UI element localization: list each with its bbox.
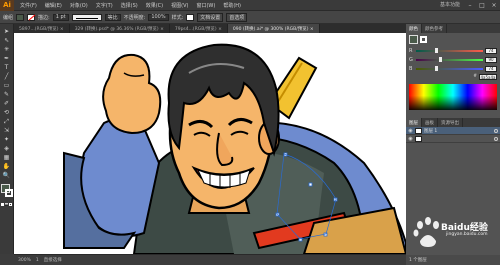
direct-selection-tool-icon[interactable]: ⇖: [1, 36, 13, 45]
doc-tab[interactable]: 5897...(RGB/预览) ×: [14, 24, 70, 33]
menu-select[interactable]: 选择(S): [117, 2, 142, 9]
menu-effect[interactable]: 效果(C): [142, 2, 167, 9]
opacity-field[interactable]: 100%: [148, 13, 169, 21]
menu-help[interactable]: 帮助(H): [219, 2, 245, 9]
free-transform-tool-icon[interactable]: ⇲: [1, 126, 13, 135]
layer-name: 图层 1: [424, 128, 438, 134]
selection-tool-icon[interactable]: ➤: [1, 27, 13, 36]
tab-asset-export[interactable]: 资源导出: [438, 118, 463, 127]
layer-target-icon[interactable]: [494, 128, 498, 133]
layer-thumbnail: [415, 135, 422, 142]
none-mode-button[interactable]: [9, 203, 12, 206]
layers-panel-tabs: 图层 画板 资源导出: [406, 118, 500, 127]
stroke-profile-preview[interactable]: [71, 13, 102, 21]
right-panels: 颜色 颜色参考 R 74 G 90 B 74 # 4a5a4a 图层 画板 资源…: [406, 24, 500, 265]
doc-tab-active[interactable]: 090 (转换).ai* @ 300% (RGB/预览) ×: [227, 24, 320, 33]
tab-artboards[interactable]: 画板: [422, 118, 438, 127]
tab-layers[interactable]: 图层: [406, 118, 422, 127]
artboard-number[interactable]: 1: [36, 258, 39, 263]
close-button[interactable]: ×: [488, 0, 500, 11]
rectangle-tool-icon[interactable]: ▭: [1, 81, 13, 90]
gradient-mode-button[interactable]: [5, 203, 8, 206]
fill-stroke-widget[interactable]: [0, 184, 14, 200]
line-tool-icon[interactable]: ╱: [1, 72, 13, 81]
slider-blue[interactable]: B 74: [406, 64, 500, 73]
paintbrush-tool-icon[interactable]: ✎: [1, 90, 13, 99]
workspace-switcher[interactable]: 基本功能: [440, 1, 460, 8]
selection-type-label: 编组: [3, 14, 14, 21]
stroke-label: 描边:: [38, 14, 50, 21]
tab-color-guide[interactable]: 颜色参考: [422, 24, 447, 33]
hex-field[interactable]: 4a5a4a: [479, 74, 497, 80]
menu-file[interactable]: 文件(F): [16, 2, 41, 9]
magic-wand-tool-icon[interactable]: ✳: [1, 45, 13, 54]
menu-object[interactable]: 对象(O): [66, 2, 92, 9]
panel-fill-box[interactable]: [409, 35, 418, 44]
hex-row: # 4a5a4a: [473, 74, 497, 80]
maximize-button[interactable]: □: [476, 0, 488, 11]
layer-row[interactable]: ◉ 图层 1: [406, 127, 500, 135]
graphic-style-swatch[interactable]: [186, 13, 195, 21]
layers-count: 1 个图层: [409, 258, 427, 263]
artboard-canvas[interactable]: [14, 33, 406, 254]
doc-tab[interactable]: 329 (转换).psd* @ 36.36% (RGB/预览) ×: [70, 24, 170, 33]
cartoon-artwork: [63, 43, 406, 254]
color-panel-tabs: 颜色 颜色参考: [406, 24, 500, 33]
layers-panel-footer: 1 个图层: [406, 255, 500, 265]
color-swatch-row: [406, 33, 500, 46]
raised-fist-shape: [102, 53, 162, 135]
menu-type[interactable]: 文字(T): [92, 2, 117, 9]
doc-tab[interactable]: 79ps4...(RGB/预览) ×: [170, 24, 228, 33]
visibility-eye-icon[interactable]: ◉: [408, 136, 413, 142]
slider-red[interactable]: R 74: [406, 46, 500, 55]
zoom-level[interactable]: 300%: [18, 258, 31, 263]
preferences-button[interactable]: 首选项: [226, 12, 248, 22]
menu-bar: Ai 文件(F) 编辑(E) 对象(O) 文字(T) 选择(S) 效果(C) 视…: [0, 0, 500, 11]
doc-setup-button[interactable]: 文档设置: [197, 12, 224, 22]
tools-panel: ➤ ⇖ ✳ ✒ T ╱ ▭ ✎ ✐ ⟲ ⤢ ⇲ ✦ ◈ ▦ ✋ 🔍: [0, 24, 14, 254]
menu-edit[interactable]: 编辑(E): [41, 2, 66, 9]
watermark-sub: jingyan.baidu.com: [446, 232, 488, 237]
current-tool-status: 直接选择: [43, 258, 62, 263]
status-bar: 300% 1 直接选择: [14, 254, 406, 265]
menu-view[interactable]: 视图(V): [167, 2, 192, 9]
stroke-style-dropdown[interactable]: 等比: [104, 13, 121, 21]
control-bar: 编组 描边: 1 pt 等比 不透明度: 100% 样式: 文档设置 首选项: [0, 11, 500, 24]
column-graph-tool-icon[interactable]: ▦: [1, 153, 13, 162]
layer-row[interactable]: ◉: [406, 135, 500, 143]
app-logo: Ai: [0, 0, 14, 11]
style-label: 样式:: [171, 14, 184, 21]
document-tabs: 5897...(RGB/预览) × 329 (转换).psd* @ 36.36%…: [14, 24, 406, 33]
color-mode-buttons: [1, 203, 12, 206]
stroke-weight-dropdown[interactable]: 1 pt: [52, 13, 69, 21]
paw-icon: [413, 217, 439, 247]
window-controls: – □ ×: [464, 0, 500, 11]
pencil-tool-icon[interactable]: ✐: [1, 99, 13, 108]
scale-tool-icon[interactable]: ⤢: [1, 117, 13, 126]
type-tool-icon[interactable]: T: [1, 63, 13, 72]
stroke-color-box[interactable]: [4, 189, 13, 197]
hand-tool-icon[interactable]: ✋: [1, 162, 13, 171]
pen-tool-icon[interactable]: ✒: [1, 54, 13, 63]
menu-window[interactable]: 窗口(W): [192, 2, 219, 9]
stroke-swatch[interactable]: [27, 13, 36, 21]
symbol-sprayer-tool-icon[interactable]: ✦: [1, 135, 13, 144]
color-mode-button[interactable]: [1, 203, 4, 206]
minimize-button[interactable]: –: [464, 0, 476, 11]
zoom-tool-icon[interactable]: 🔍: [1, 171, 13, 180]
fill-swatch[interactable]: [16, 13, 25, 21]
slider-green[interactable]: G 90: [406, 55, 500, 64]
visibility-eye-icon[interactable]: ◉: [408, 128, 413, 134]
color-spectrum[interactable]: [409, 84, 497, 110]
shape-builder-tool-icon[interactable]: ◈: [1, 144, 13, 153]
opacity-label: 不透明度:: [123, 14, 146, 21]
layer-thumbnail: [415, 127, 422, 134]
panel-stroke-box[interactable]: [420, 36, 427, 43]
layer-target-icon[interactable]: [494, 136, 498, 141]
tab-color[interactable]: 颜色: [406, 24, 422, 33]
rotate-tool-icon[interactable]: ⟲: [1, 108, 13, 117]
